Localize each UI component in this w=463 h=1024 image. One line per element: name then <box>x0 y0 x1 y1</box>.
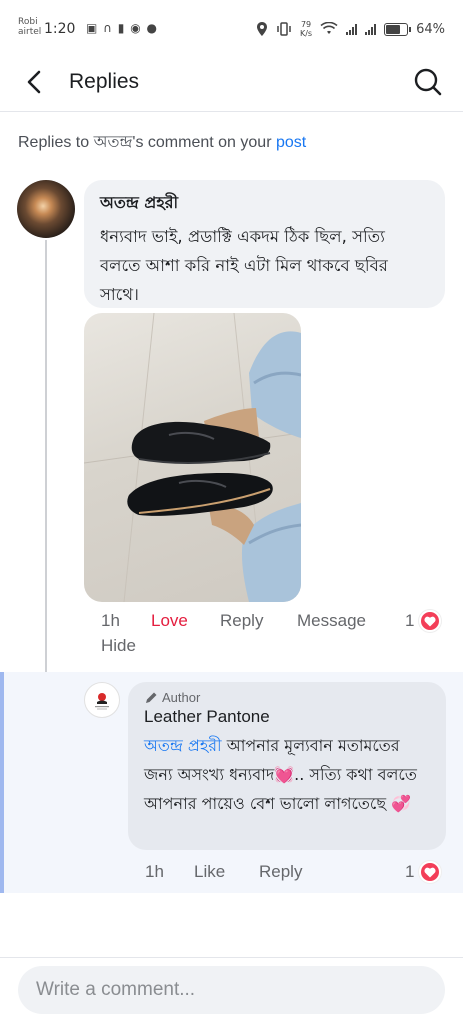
notification-icons: ▣ ∩ ▮ ◉ ● <box>86 21 158 35</box>
net-speed-unit: K/s <box>299 29 313 38</box>
clock: 1:20 <box>44 21 76 37</box>
reply-reaction-count[interactable]: 1 <box>405 861 442 883</box>
comment-text: ধন্যবাদ ভাই, প্রডাক্টি একদম ঠিক ছিল, সত্… <box>100 227 388 304</box>
comment-hide-button[interactable]: Hide <box>101 636 136 656</box>
app-header: Replies <box>0 52 463 112</box>
author-badge: Author <box>144 690 430 705</box>
shoes-photo-illustration <box>84 313 301 602</box>
comment-reaction-number: 1 <box>405 611 415 630</box>
battery-icon <box>384 22 412 36</box>
battery-percent: 64% <box>416 21 445 37</box>
heart-icon <box>419 861 442 883</box>
chevron-left-icon[interactable] <box>20 66 50 98</box>
context-commenter-name[interactable]: অতন্দ্র <box>94 134 133 151</box>
comment-author[interactable]: অতন্দ্র প্রহরী <box>100 190 429 217</box>
comment-message-button[interactable]: Message <box>297 611 366 631</box>
context-prefix: Replies to <box>18 134 94 151</box>
comment-bubble[interactable]: অতন্দ্র প্রহরী ধন্যবাদ ভাই, প্রডাক্টি এক… <box>84 180 445 308</box>
reply-time: 1h <box>145 862 164 881</box>
reply-author[interactable]: Leather Pantone <box>144 707 430 727</box>
comment-input[interactable] <box>18 966 445 1014</box>
net-speed: 79 K/s <box>300 20 312 38</box>
chat-icon: ● <box>146 21 159 35</box>
notification-n-icon: ▣ <box>86 21 99 35</box>
comment-photo[interactable] <box>84 313 301 602</box>
carrier-line-2: airtel <box>18 27 42 37</box>
sd-icon: ▮ <box>117 21 126 35</box>
messenger-icon: ◉ <box>130 21 142 35</box>
carrier-line-1: Robi <box>18 17 38 27</box>
headphones-icon: ∩ <box>103 21 113 35</box>
context-middle: 's comment on your <box>132 134 276 151</box>
signal-2-icon <box>365 23 377 35</box>
location-icon <box>256 22 267 36</box>
status-bar: Robi airtel 1:20 ▣ ∩ ▮ ◉ ● 79 K/s 64% <box>0 0 463 50</box>
reply-reaction-number: 1 <box>405 862 415 881</box>
status-right: 79 K/s 64% <box>256 20 445 38</box>
vibrate-icon <box>277 22 291 36</box>
heart-icon <box>419 610 442 632</box>
comment-reply-button[interactable]: Reply <box>220 611 263 631</box>
pencil-icon <box>146 692 157 703</box>
reply-reply-button[interactable]: Reply <box>259 862 302 882</box>
post-link[interactable]: post <box>276 134 306 151</box>
commenter-avatar[interactable] <box>17 180 75 238</box>
comment-reaction-count[interactable]: 1 <box>405 610 442 632</box>
comment-time: 1h <box>101 611 120 630</box>
page-title: Replies <box>69 70 140 93</box>
thread-connector <box>45 240 81 698</box>
carrier-label: Robi airtel <box>18 17 41 37</box>
net-speed-value: 79 <box>300 20 312 29</box>
reply-text: অতন্দ্র প্রহরী আপনার মূল্যবান মতামতের জন… <box>144 731 430 818</box>
comment-love-reaction-button[interactable]: Love <box>151 611 188 631</box>
page-avatar[interactable] <box>84 682 120 718</box>
wifi-icon <box>320 22 338 34</box>
replies-context: Replies to অতন্দ্র's comment on your pos… <box>18 129 306 156</box>
reply-mention[interactable]: অতন্দ্র প্রহরী <box>144 736 222 755</box>
leather-pantone-logo <box>95 693 109 710</box>
signal-1-icon <box>346 23 358 35</box>
search-icon[interactable] <box>413 66 443 98</box>
reply-highlight-marker <box>0 672 4 893</box>
author-badge-label: Author <box>162 690 201 705</box>
reply-like-button[interactable]: Like <box>194 862 225 882</box>
reply-bubble[interactable]: Author Leather Pantone অতন্দ্র প্রহরী আপ… <box>128 682 446 850</box>
